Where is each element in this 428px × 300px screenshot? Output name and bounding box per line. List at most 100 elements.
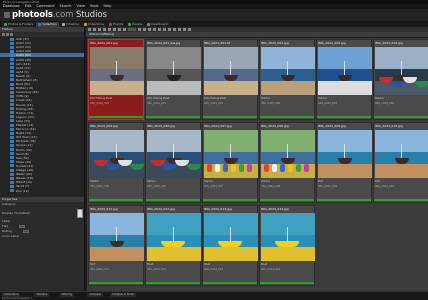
thumbnail-cell[interactable]: IMG_2024_009.jpg Port IMG_2024_009 [316, 122, 372, 203]
thumbnail-caption: Harbor [375, 97, 384, 100]
filter-icon[interactable] [10, 33, 13, 36]
thumbnail-image[interactable] [261, 130, 315, 178]
thumbnail-image[interactable] [204, 47, 258, 95]
folder-icon [10, 184, 14, 188]
up-icon[interactable] [98, 28, 101, 31]
thumbnail-grid[interactable]: IMG_2024_001.jpg DSC Fishing Boat IMG_2024… [87, 38, 428, 291]
thumbnail-cell[interactable]: IMG_2024_001.tif DSC Fishing Boat IMG_2024… [202, 39, 258, 120]
status-tab[interactable]: Timeline [34, 293, 50, 297]
zoom-slider-icon[interactable] [128, 28, 136, 31]
thumbnail-cell[interactable]: IMG_2024_010.jpg Port IMG_2024_010 [373, 122, 428, 203]
thumbnail-caption: DSC Fishing Boat [204, 97, 227, 100]
folder-icon [10, 139, 14, 143]
thumbnail-image[interactable] [147, 213, 201, 261]
thumbnail-cell[interactable]: IMG_2024_012.jpg Boat IMG_2024_012 [145, 205, 201, 286]
thumbnail-cell[interactable]: IMG_2024_005.jpg Harbor IMG_2024_005 [88, 122, 144, 203]
status-tab[interactable]: Collapse & Show [110, 293, 136, 297]
tag-icon[interactable] [153, 28, 156, 31]
zoom-in-icon[interactable] [138, 28, 141, 31]
photo-mast [344, 61, 345, 75]
property-value-box[interactable] [19, 225, 26, 228]
share-icon[interactable] [168, 28, 171, 31]
label-color-bar [146, 282, 200, 284]
photo-mast [230, 227, 231, 241]
thumbnail-image[interactable] [261, 213, 315, 261]
status-tab[interactable]: Compare [87, 293, 103, 297]
thumbnail-cell[interactable]: IMG_2024_001.jpg DSC Fishing Boat IMG_2024… [88, 39, 144, 120]
thumbnail-image[interactable] [375, 47, 428, 95]
filter-icon[interactable] [118, 28, 121, 31]
add-folder-icon[interactable] [6, 33, 9, 36]
select-icon[interactable] [143, 28, 146, 31]
thumbnail-cell[interactable]: IMG_2024_008.jpg Harbor IMG_2024_008 [259, 122, 315, 203]
thumbnail-subcaption: IMG_2024_001 [147, 102, 167, 105]
folder-icon [10, 74, 14, 78]
refresh-icon[interactable] [2, 33, 5, 36]
thumbnail-caption: Harbor [204, 180, 213, 183]
properties-panel: Properties Category Display Thumbnail Label… [0, 197, 84, 291]
photo-crowd [231, 164, 236, 172]
thumbnail-cell[interactable]: IMG_2024_006.jpg Harbor IMG_2024_006 [145, 122, 201, 203]
thumbnail-cell[interactable]: IMG_2024_007.jpg Harbor IMG_2024_007 [202, 122, 258, 203]
label-color-bar [260, 199, 314, 201]
photo-boat [161, 241, 185, 247]
help-icon[interactable] [188, 28, 191, 31]
folder-icon [10, 82, 14, 86]
thumbnail-cell[interactable]: IMG_2024_003.jpg Harbor IMG_2024_003 [316, 39, 372, 120]
thumbnail-cell[interactable]: IMG_2024_014.jpg Boat IMG_2024_014 [259, 205, 315, 286]
folder-item[interactable]: Zoo (12) [0, 188, 84, 193]
photo-sky [204, 47, 258, 69]
folder-icon [10, 143, 14, 147]
home-icon[interactable] [103, 28, 106, 31]
status-tab[interactable]: Filtering [59, 293, 75, 297]
settings-icon[interactable] [183, 28, 186, 31]
photo-crowd [264, 164, 269, 172]
photo-mast [401, 144, 402, 158]
thumbnail-cell[interactable]: IMG_2024_001_bw.jpg DSC Fishing Boat IMG_2… [145, 39, 201, 120]
thumbnail-cell[interactable]: IMG_2024_004.jpg Harbor IMG_2024_004 [373, 39, 428, 120]
zoom-out-icon[interactable] [123, 28, 126, 31]
rate-icon[interactable] [163, 28, 166, 31]
folder-icon [10, 131, 14, 135]
photo-mast [116, 144, 117, 158]
label-icon[interactable] [158, 28, 161, 31]
folder-icon [10, 180, 14, 184]
thumbnail-image[interactable] [204, 130, 258, 178]
thumbnail-image[interactable] [90, 130, 144, 178]
thumbnail-image[interactable] [147, 130, 201, 178]
photo-sky [318, 47, 372, 69]
view-icon[interactable] [108, 28, 111, 31]
thumbnail-image[interactable] [90, 213, 144, 261]
print-icon[interactable] [173, 28, 176, 31]
property-value-box[interactable] [22, 230, 29, 233]
forward-icon[interactable] [93, 28, 96, 31]
thumbnail-caption: Port [90, 263, 96, 266]
thumbnail-caption: Port [318, 180, 324, 183]
tab-icon [109, 23, 113, 26]
thumbnail-image[interactable] [90, 47, 144, 95]
thumbnail-image[interactable] [204, 213, 258, 261]
thumbnail-subcaption: IMG_2024_003 [318, 102, 338, 105]
thumbnail-subcaption: IMG_2024_001 [204, 102, 224, 105]
back-icon[interactable] [88, 28, 91, 31]
sort-icon[interactable] [113, 28, 116, 31]
thumbnail-filename: IMG_2024_011.jpg [90, 207, 118, 211]
folder-icon [10, 127, 14, 131]
thumbnail-subcaption: IMG_2024_004 [375, 102, 395, 105]
thumbnail-cell[interactable]: IMG_2024_013.jpg Boat IMG_2024_013 [202, 205, 258, 286]
thumbnail-image[interactable] [318, 47, 372, 95]
thumbnail-image[interactable] [318, 130, 372, 178]
thumbnail-cell[interactable]: IMG_2024_002.jpg Harbor IMG_2024_002 [259, 39, 315, 120]
thumbnail-filename: IMG_2024_006.jpg [147, 124, 175, 128]
thumbnail-image[interactable] [375, 130, 428, 178]
folder-icon [10, 135, 14, 139]
thumbnail-image[interactable] [147, 47, 201, 95]
breadcrumb: \Morocco\Fishing [86, 32, 428, 37]
photo-crowd [272, 164, 277, 172]
thumbnail-cell[interactable]: IMG_2024_011.jpg Port IMG_2024_011 [88, 205, 144, 286]
export-icon[interactable] [178, 28, 181, 31]
photo-sky [147, 47, 201, 69]
thumbnail-image[interactable] [261, 47, 315, 95]
rotate-icon[interactable] [148, 28, 151, 31]
thumbnail-caption: Harbor [147, 180, 156, 183]
